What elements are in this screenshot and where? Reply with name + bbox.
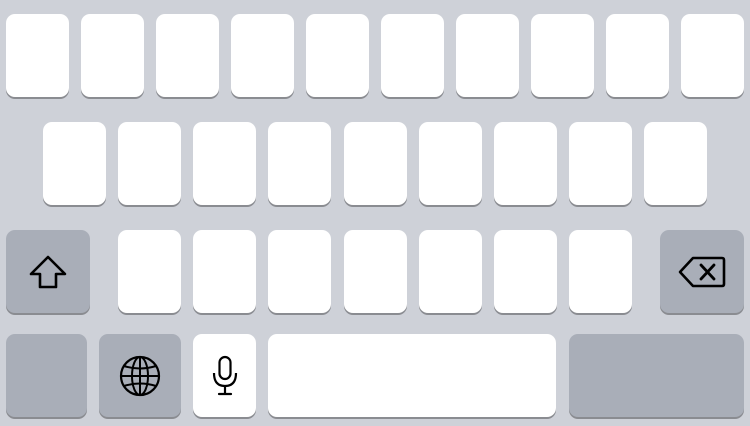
letter-key[interactable] (569, 122, 632, 205)
letter-key[interactable] (456, 14, 519, 97)
letter-key[interactable] (118, 122, 181, 205)
letter-key[interactable] (118, 230, 181, 313)
letter-key[interactable] (43, 122, 106, 205)
mode-switch-key[interactable] (6, 334, 87, 417)
letter-key[interactable] (268, 230, 331, 313)
letter-key[interactable] (344, 230, 407, 313)
letter-key[interactable] (193, 230, 256, 313)
letter-key[interactable] (81, 14, 144, 97)
letter-key[interactable] (193, 122, 256, 205)
letter-key[interactable] (419, 230, 482, 313)
globe-icon (119, 355, 161, 397)
letter-key[interactable] (681, 14, 744, 97)
letter-key[interactable] (231, 14, 294, 97)
letter-key[interactable] (268, 122, 331, 205)
letter-key[interactable] (306, 14, 369, 97)
onscreen-keyboard (0, 0, 750, 426)
letter-key[interactable] (419, 122, 482, 205)
delete-backspace-icon (678, 255, 726, 289)
letter-key[interactable] (494, 122, 557, 205)
letter-key[interactable] (531, 14, 594, 97)
space-bar[interactable] (268, 334, 556, 417)
letter-key[interactable] (569, 230, 632, 313)
letter-key[interactable] (6, 14, 69, 97)
return-key[interactable] (569, 334, 744, 417)
letter-key[interactable] (156, 14, 219, 97)
letter-key[interactable] (606, 14, 669, 97)
shift-key[interactable] (6, 230, 90, 313)
microphone-icon (211, 355, 239, 397)
delete-key[interactable] (660, 230, 744, 313)
dictation-key[interactable] (193, 334, 256, 417)
letter-key[interactable] (494, 230, 557, 313)
letter-key[interactable] (644, 122, 707, 205)
shift-arrow-icon (28, 254, 68, 290)
globe-key[interactable] (99, 334, 181, 417)
letter-key[interactable] (381, 14, 444, 97)
letter-key[interactable] (344, 122, 407, 205)
